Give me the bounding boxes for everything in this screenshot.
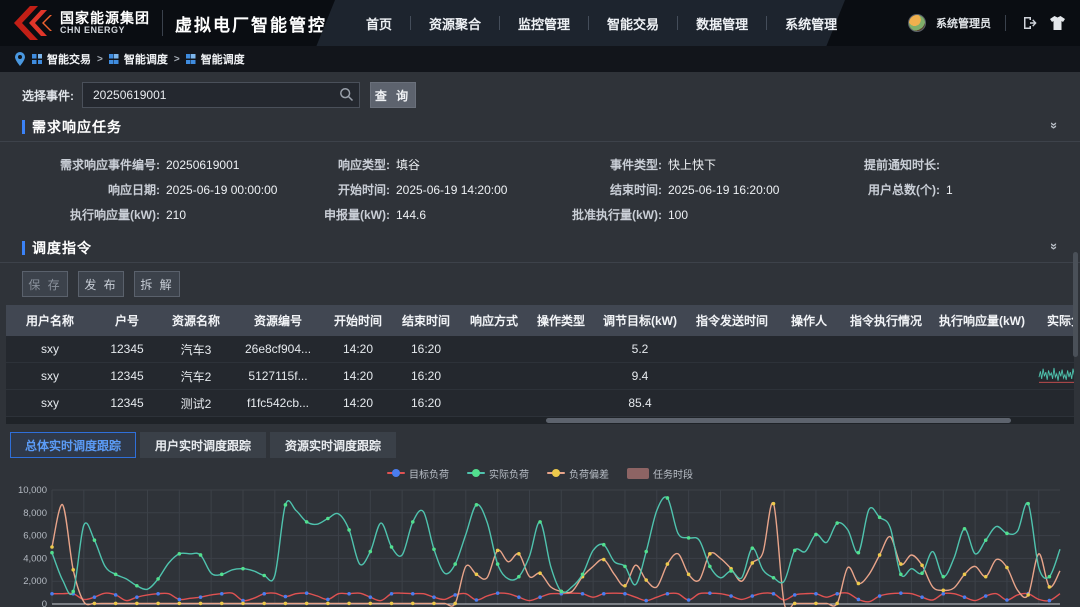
dispatch-table: 用户名称 户号 资源名称 资源编号 开始时间 结束时间 响应方式 操作类型 调节… — [6, 305, 1074, 417]
tab-overall-realtime-tracking[interactable]: 总体实时调度跟踪 — [10, 432, 136, 458]
event-select-input[interactable] — [82, 82, 360, 108]
user-name: 系统管理员 — [936, 15, 991, 31]
nav-item-home[interactable]: 首页 — [348, 14, 410, 33]
main-nav: 首页 资源聚合 监控管理 智能交易 数据管理 系统管理 — [348, 0, 855, 46]
breadcrumb-item-smart-dispatch-1[interactable]: 智能调度 — [109, 51, 168, 67]
field-value: 210 — [166, 208, 186, 222]
search-icon[interactable] — [339, 87, 354, 102]
demand-response-title: 需求响应任务 — [32, 117, 122, 137]
event-select-label: 选择事件: — [22, 87, 74, 104]
brand-name-en: CHN ENERGY — [60, 26, 150, 35]
field-value: 2025-06-19 00:00:00 — [166, 183, 277, 197]
nav-item-data-management[interactable]: 数据管理 — [678, 14, 766, 33]
field-label: 响应日期: — [10, 181, 160, 198]
brand-name-cn: 国家能源集团 — [60, 11, 150, 26]
nav-item-smart-trading[interactable]: 智能交易 — [589, 14, 677, 33]
dispatch-title: 调度指令 — [32, 238, 92, 258]
field-label: 结束时间: — [572, 181, 662, 198]
legend-target-load[interactable]: 目标负荷 — [387, 466, 449, 481]
svg-text:10,000: 10,000 — [18, 485, 47, 496]
table-row[interactable]: sxy 12345 汽车2 5127115f... 14:20 16:20 9.… — [6, 363, 1074, 390]
tracking-tabs: 总体实时调度跟踪 用户实时调度跟踪 资源实时调度跟踪 — [0, 424, 1080, 462]
grid-icon — [32, 54, 42, 64]
line-chart[interactable]: 02,0004,0006,0008,00010,0000:000:451:302… — [12, 482, 1068, 607]
field-label: 批准执行量(kW): — [572, 206, 662, 223]
save-button[interactable]: 保 存 — [22, 271, 68, 297]
field-value: 填谷 — [396, 156, 420, 173]
page-vertical-scrollbar-thumb[interactable] — [1073, 252, 1078, 357]
grid-icon — [109, 54, 119, 64]
table-row[interactable]: sxy 12345 汽车3 26e8cf904... 14:20 16:20 5… — [6, 336, 1074, 363]
theme-skin-icon[interactable] — [1048, 14, 1066, 32]
chart-legend: 目标负荷 实际负荷 负荷偏差 任务时段 — [0, 464, 1080, 482]
grid-icon — [186, 54, 196, 64]
field-label: 提前通知时长: — [840, 156, 940, 173]
publish-button[interactable]: 发 布 — [78, 271, 124, 297]
decompose-button[interactable]: 拆 解 — [134, 271, 180, 297]
table-header-row: 用户名称 户号 资源名称 资源编号 开始时间 结束时间 响应方式 操作类型 调节… — [6, 305, 1074, 336]
breadcrumb-item-smart-trading[interactable]: 智能交易 — [32, 51, 91, 67]
breadcrumb: 智能交易 > 智能调度 > 智能调度 — [0, 46, 1080, 72]
brand-logo: 国家能源集团 CHN ENERGY — [0, 6, 150, 40]
field-value: 2025-06-19 14:20:00 — [396, 183, 507, 197]
svg-text:8,000: 8,000 — [23, 508, 47, 519]
field-label: 执行响应量(kW): — [10, 206, 160, 223]
logout-icon[interactable] — [1020, 14, 1038, 32]
scrollbar-thumb[interactable] — [546, 418, 1011, 423]
table-horizontal-scrollbar[interactable] — [6, 417, 1074, 424]
field-label: 事件类型: — [572, 156, 662, 173]
demand-response-section: 需求响应任务 » 需求响应事件编号: 20250619001 响应类型: 填谷 事件… — [0, 112, 1080, 233]
field-value: 快上快下 — [668, 156, 716, 173]
legend-actual-load[interactable]: 实际负荷 — [467, 466, 529, 481]
svg-text:6,000: 6,000 — [23, 531, 47, 542]
location-pin-icon — [14, 52, 26, 66]
collapse-chevron-icon[interactable]: » — [1047, 122, 1062, 129]
field-value: 20250619001 — [166, 158, 239, 172]
dispatch-section: 调度指令 » 保 存 发 布 拆 解 用户名称 户号 资源名称 资源编号 开始时… — [0, 233, 1080, 424]
legend-task-period[interactable]: 任务时段 — [627, 466, 693, 481]
field-label: 用户总数(个): — [840, 181, 940, 198]
field-label: 需求响应事件编号: — [10, 156, 160, 173]
table-row[interactable]: sxy 12345 测试2 f1fc542cb... 14:20 16:20 8… — [6, 390, 1074, 417]
chn-energy-logo-icon — [14, 6, 52, 40]
svg-text:0: 0 — [42, 599, 47, 607]
tab-resource-realtime-tracking[interactable]: 资源实时调度跟踪 — [270, 432, 396, 458]
nav-item-system-management[interactable]: 系统管理 — [767, 14, 855, 33]
field-label: 申报量(kW): — [300, 206, 390, 223]
query-button[interactable]: 查 询 — [370, 82, 416, 108]
field-value: 100 — [668, 208, 688, 222]
field-value: 1 — [946, 183, 953, 197]
demand-response-fields: 需求响应事件编号: 20250619001 响应类型: 填谷 事件类型: 快上快下 提… — [0, 142, 1080, 233]
tab-user-realtime-tracking[interactable]: 用户实时调度跟踪 — [140, 432, 266, 458]
field-value: 2025-06-19 16:20:00 — [668, 183, 779, 197]
event-filter-bar: 选择事件: 查 询 — [0, 78, 1080, 112]
nav-item-monitoring[interactable]: 监控管理 — [500, 14, 588, 33]
actual-load-sparkline[interactable] — [1038, 364, 1074, 386]
app-header: 国家能源集团 CHN ENERGY 虚拟电厂智能管控系统 首页 资源聚合 监控管… — [0, 0, 1080, 46]
svg-text:2,000: 2,000 — [23, 576, 47, 587]
legend-load-deviation[interactable]: 负荷偏差 — [547, 466, 609, 481]
breadcrumb-item-smart-dispatch-2[interactable]: 智能调度 — [186, 51, 245, 67]
collapse-chevron-icon[interactable]: » — [1047, 243, 1062, 250]
nav-item-resource-aggregation[interactable]: 资源聚合 — [411, 14, 499, 33]
field-value: 144.6 — [396, 208, 426, 222]
svg-text:4,000: 4,000 — [23, 553, 47, 564]
header-divider — [162, 10, 163, 36]
field-label: 开始时间: — [300, 181, 390, 198]
field-label: 响应类型: — [300, 156, 390, 173]
dispatch-tracking-chart: 02,0004,0006,0008,00010,0000:000:451:302… — [0, 482, 1080, 607]
user-avatar[interactable] — [908, 14, 926, 32]
